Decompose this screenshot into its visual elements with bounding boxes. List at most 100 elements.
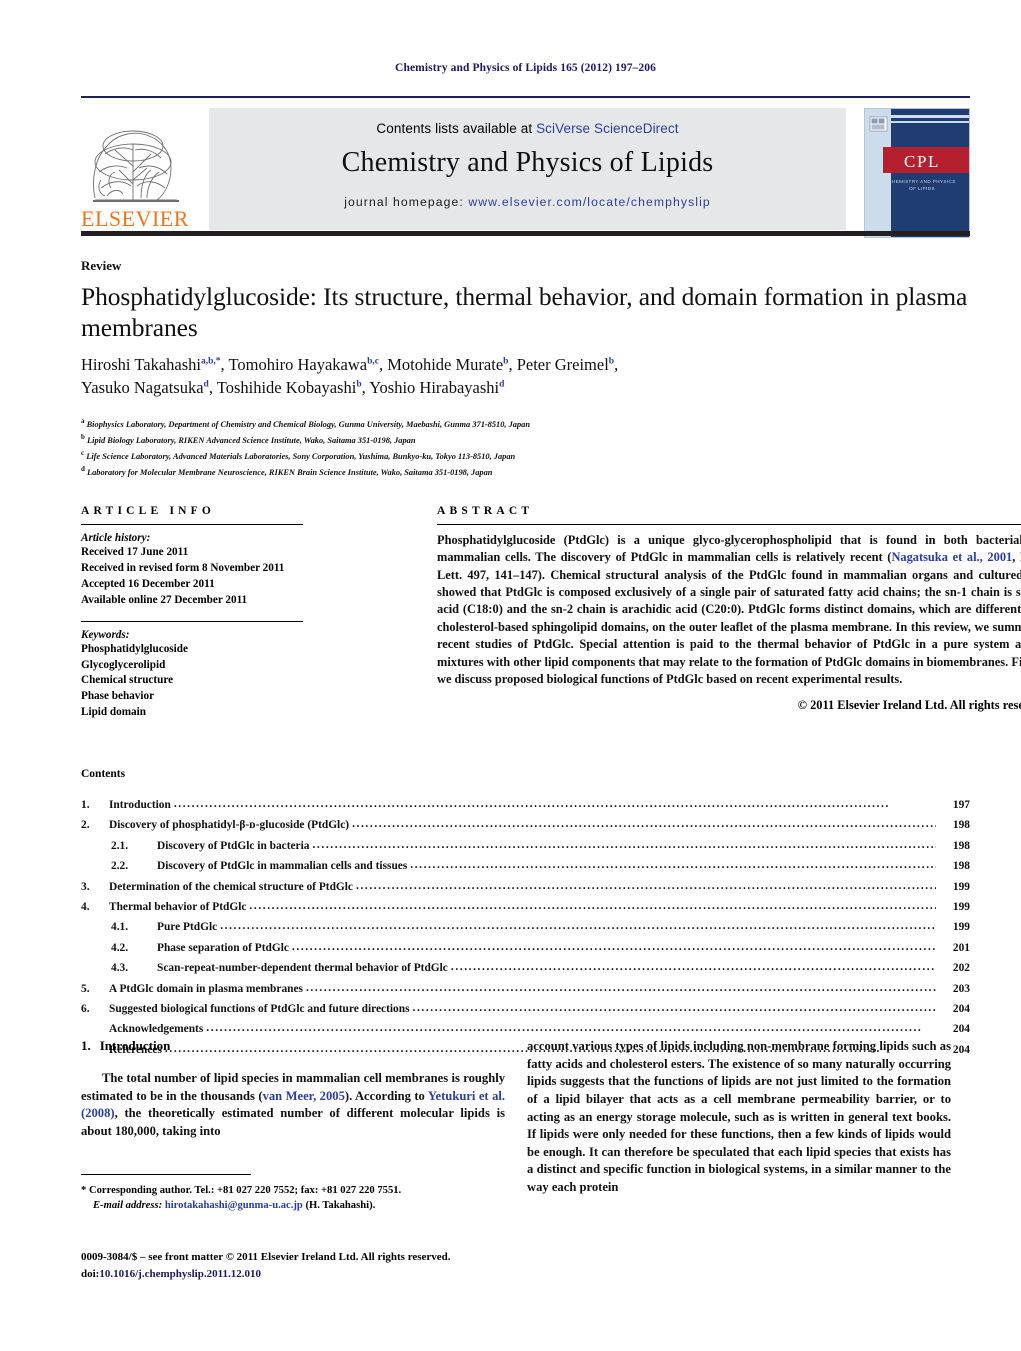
toc-leader: ........................................…	[450, 962, 936, 974]
author-affil-marker: b	[503, 356, 509, 367]
affiliation-item: b Lipid Biology Laboratory, RIKEN Advanc…	[81, 432, 970, 448]
affiliation-item: d Laboratory for Molecular Membrane Neur…	[81, 464, 970, 480]
toc-row[interactable]: 1. Introduction..........................…	[81, 799, 970, 820]
article-info-heading: ARTICLE INFO	[81, 505, 216, 517]
keyword-item: Lipid domain	[81, 706, 146, 719]
toc-label: Discovery of PtdGlc in mammalian cells a…	[157, 860, 408, 873]
author-affil-marker: b	[608, 356, 615, 367]
elsevier-logo: ELSEVIER	[81, 110, 189, 232]
toc-number: 4.1.	[111, 921, 129, 934]
toc-row[interactable]: 6. Suggested biological functions of PtdG…	[81, 1002, 970, 1024]
article-history-item: Received in revised form 8 November 2011	[81, 561, 285, 574]
toc-label: Introduction	[109, 799, 171, 811]
intro-part-3: , the theoretically estimated number of …	[81, 1106, 505, 1138]
intro-part-2: ). According to	[344, 1088, 428, 1103]
toc-page: 198	[952, 860, 970, 873]
author-name: Motohide Murate	[387, 355, 504, 374]
keywords-divider	[81, 620, 303, 622]
keywords-title: Keywords:	[81, 628, 130, 641]
toc-page: 197	[952, 799, 970, 811]
affiliation-marker: c	[81, 448, 85, 457]
affiliation-list: a Biophysics Laboratory, Department of C…	[81, 416, 970, 480]
toc-row[interactable]: 4.1. Pure PtdGlc.........................…	[81, 921, 970, 942]
masthead-bottom-rule	[81, 231, 970, 236]
keyword-item: Glycoglycerolipid	[81, 658, 166, 671]
toc-label: Phase separation of PtdGlc	[157, 941, 289, 954]
author-affil-marker: d	[499, 379, 505, 390]
toc-row[interactable]: 4.2. Phase separation of PtdGlc..........…	[81, 941, 970, 963]
toc-page: 198	[952, 839, 970, 852]
toc-row[interactable]: 3. Determination of the chemical structur…	[81, 880, 970, 902]
journal-article-page: Chemistry and Physics of Lipids 165 (201…	[0, 0, 1021, 1351]
author-item: Motohide Murateb	[387, 355, 508, 374]
toc-leader: ........................................…	[356, 880, 936, 892]
footnote-marker: *	[81, 1185, 87, 1196]
toc-leader: ........................................…	[410, 860, 936, 872]
affiliation-text: Biophysics Laboratory, Department of Che…	[86, 419, 531, 429]
article-type: Review	[81, 258, 122, 273]
toc-number: 3.	[81, 880, 90, 893]
author-item: Yasuko Nagatsukad	[81, 378, 209, 397]
contents-prefix: Contents lists available at	[376, 121, 537, 136]
affiliation-marker: a	[81, 417, 85, 425]
abstract-citation-link[interactable]: Nagatsuka et al., 2001	[891, 550, 1012, 564]
toc-page: 204	[952, 1023, 970, 1036]
abstract-divider	[437, 524, 1021, 525]
toc-label: Acknowledgements	[109, 1023, 204, 1036]
toc-page: 199	[952, 921, 970, 934]
intro-citation-van-meer[interactable]: van Meer, 2005	[263, 1089, 345, 1103]
toc-row[interactable]: 4. Thermal behavior of PtdGlc............…	[81, 900, 970, 922]
footnote-line-2: E-mail address: hirotakahashi@gunma-u.ac…	[81, 1198, 505, 1213]
abstract-part-2: , FEBS Lett. 497, 141–147). Chemical str…	[437, 550, 1021, 686]
svg-text:CHEMISTRY AND PHYSICS: CHEMISTRY AND PHYSICS	[888, 179, 955, 184]
contents-heading: Contents	[81, 768, 126, 780]
running-head: Chemistry and Physics of Lipids 165 (201…	[395, 62, 656, 74]
toc-leader: ........................................…	[312, 839, 936, 851]
doi-link[interactable]: 10.1016/j.chemphyslip.2011.12.010	[99, 1268, 261, 1280]
intro-paragraph-left: The total number of lipid species in mam…	[81, 1070, 505, 1141]
author-item: Yoshio Hirabayashid	[369, 378, 504, 397]
toc-row[interactable]: 2.2. Discovery of PtdGlc in mammalian cel…	[81, 860, 970, 881]
toc-leader: ........................................…	[173, 799, 890, 810]
toc-row[interactable]: 2.1. Discovery of PtdGlc in bacteria.....…	[81, 839, 970, 861]
affiliation-marker: b	[81, 432, 85, 441]
journal-cover-thumbnail: CPL CHEMISTRY AND PHYSICS OF LIPIDS	[864, 108, 970, 238]
author-name: Toshihide Kobayashi	[216, 377, 357, 397]
author-list: Hiroshi Takahashia,b,*, Tomohiro Hayakaw…	[81, 355, 619, 397]
contents-available-line: Contents lists available at SciVerse Sci…	[209, 108, 846, 136]
author-item: Peter Greimelb	[517, 355, 614, 374]
toc-number: 4.2.	[111, 941, 129, 954]
affiliation-text: Lipid Biology Laboratory, RIKEN Advanced…	[87, 435, 416, 445]
page-title: Phosphatidylglucoside: Its structure, th…	[81, 282, 968, 342]
body-column-left: 1. Introduction The total number of lipid…	[81, 1038, 505, 1141]
toc-number: 6.	[81, 1002, 90, 1015]
article-history-item: Available online 27 December 2011	[81, 593, 248, 606]
author-affil-marker: a,b,*	[200, 356, 221, 367]
toc-row[interactable]: 4.3. Scan-repeat-number-dependent thermal…	[81, 962, 970, 983]
toc-number: 1.	[81, 799, 90, 811]
toc-row[interactable]: 5. A PtdGlc domain in plasma membranes...…	[81, 982, 970, 1004]
toc-row[interactable]: 2. Discovery of phosphatidyl-β-ᴅ-glucosid…	[81, 819, 970, 840]
table-of-contents: 1. Introduction..........................…	[81, 799, 970, 1065]
toc-label: A PtdGlc domain in plasma membranes	[109, 982, 303, 995]
author-item: Tomohiro Hayakawab,c	[228, 355, 378, 374]
doi-label: doi:	[81, 1267, 100, 1280]
email-label: E-mail address:	[93, 1200, 163, 1212]
svg-text:OF LIPIDS: OF LIPIDS	[909, 186, 935, 191]
toc-leader: ........................................…	[249, 900, 936, 912]
toc-label: Determination of the chemical structure …	[109, 880, 353, 893]
sciencedirect-link[interactable]: SciVerse ScienceDirect	[536, 121, 679, 136]
email-link[interactable]: hirotakahashi@gunma-u.ac.jp	[165, 1200, 303, 1211]
intro-paragraph-right: account various types of lipids includin…	[527, 1039, 951, 1194]
imprint-doi-line: doi:10.1016/j.chemphyslip.2011.12.010	[81, 1266, 551, 1283]
email-owner: (H. Takahashi).	[305, 1200, 376, 1212]
journal-homepage-link[interactable]: www.elsevier.com/locate/chemphyslip	[468, 195, 710, 209]
toc-page: 201	[952, 941, 970, 954]
toc-number: 4.	[81, 900, 90, 913]
abstract-heading: ABSTRACT	[437, 505, 534, 517]
toc-leader: ........................................…	[206, 1023, 923, 1035]
toc-page: 204	[952, 1002, 970, 1015]
keyword-item: Chemical structure	[81, 674, 174, 687]
affiliation-item: a Biophysics Laboratory, Department of C…	[81, 416, 970, 432]
toc-label: Thermal behavior of PtdGlc	[109, 900, 247, 913]
